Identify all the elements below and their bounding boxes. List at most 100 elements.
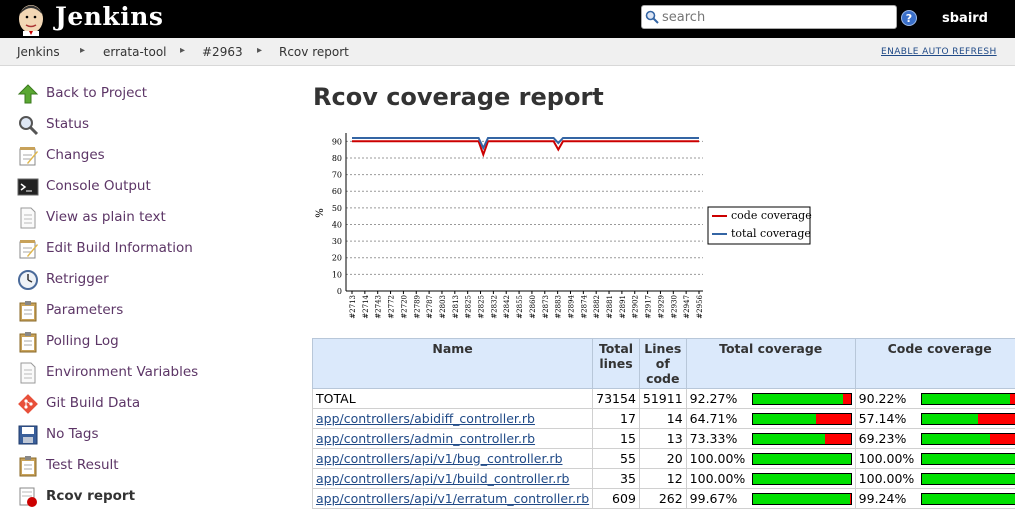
table-row: app/controllers/api/v1/build_controller.…	[311, 468, 1015, 489]
x-tick-label: #2929	[657, 295, 665, 319]
sidebar-item-label: Status	[46, 116, 90, 132]
sidebar-item-label: Parameters	[46, 302, 124, 318]
page-title: Rcov coverage report	[313, 83, 604, 111]
table-row: TOTAL 73154 51911 92.27% 90.22%	[311, 388, 1015, 409]
breadcrumb-rcov[interactable]: Rcov report	[279, 45, 349, 59]
code-coverage-cell: 99.24%	[854, 488, 1015, 509]
search-box	[641, 5, 897, 29]
x-tick-label: #2860	[529, 295, 537, 319]
document-icon	[20, 362, 36, 384]
file-link[interactable]: app/controllers/api/v1/build_controller.…	[316, 471, 569, 486]
sidebar-item-label: Changes	[46, 147, 105, 163]
sidebar-item-label: View as plain text	[46, 209, 166, 225]
sidebar-item-console-output[interactable]: Console Output	[17, 175, 297, 199]
sidebar-item-parameters[interactable]: Parameters	[17, 299, 297, 323]
total-coverage-bar	[751, 493, 852, 505]
total-coverage-cell: 64.71%	[685, 408, 856, 429]
column-header-lines-of-code[interactable]: Lines of code	[638, 338, 687, 389]
total-coverage-cell: 99.67%	[685, 488, 856, 509]
code-coverage-cell: 100.00%	[854, 448, 1015, 469]
sidebar-item-label: Retrigger	[46, 271, 109, 287]
clipboard-icon	[19, 332, 37, 353]
terminal-icon	[17, 178, 39, 196]
rcov-icon	[19, 487, 37, 507]
notepad-icon	[19, 147, 38, 166]
breadcrumb-separator-icon: ▸	[257, 45, 263, 56]
x-tick-label: #2720	[400, 295, 408, 319]
search-input[interactable]	[662, 8, 892, 27]
y-tick-label: 40	[332, 220, 342, 229]
total-coverage-cell: 100.00%	[685, 468, 856, 489]
enable-auto-refresh-link[interactable]: ENABLE AUTO REFRESH	[881, 47, 997, 57]
code-coverage-bar-fill	[921, 434, 990, 444]
total-coverage-bar	[751, 433, 852, 445]
breadcrumb-project[interactable]: errata-tool	[103, 45, 167, 59]
sidebar-item-rcov-report[interactable]: Rcov report	[17, 485, 297, 509]
sidebar-item-edit-build-info[interactable]: Edit Build Information	[17, 237, 297, 261]
file-link[interactable]: app/controllers/api/v1/bug_controller.rb	[316, 451, 563, 466]
x-tick-label: #2772	[388, 295, 396, 319]
column-header-code-coverage[interactable]: Code coverage	[854, 338, 1015, 389]
column-header-total-coverage[interactable]: Total coverage	[685, 338, 856, 389]
column-header-name[interactable]: Name	[311, 338, 594, 389]
jenkins-logo-icon[interactable]	[14, 2, 48, 36]
code-coverage-bar	[920, 453, 1015, 465]
total-lines-cell: 55	[592, 448, 640, 469]
file-link[interactable]: app/controllers/abidiff_controller.rb	[316, 411, 535, 426]
code-coverage-value: 100.00%	[858, 451, 915, 466]
table-row: app/controllers/api/v1/erratum_controlle…	[311, 488, 1015, 509]
sidebar-item-test-result[interactable]: Test Result	[17, 454, 297, 478]
total-coverage-bar-fill	[752, 434, 825, 444]
sidebar-item-label: Polling Log	[46, 333, 119, 349]
clipboard-icon	[19, 456, 37, 477]
sidebar-item-no-tags[interactable]: No Tags	[17, 423, 297, 447]
sidebar-item-label: Test Result	[46, 457, 119, 473]
file-link[interactable]: app/controllers/api/v1/erratum_controlle…	[316, 491, 589, 506]
y-tick-label: 80	[332, 154, 342, 163]
file-name-cell: app/controllers/api/v1/erratum_controlle…	[311, 488, 594, 509]
total-coverage-cell: 100.00%	[685, 448, 856, 469]
lines-of-code-cell: 13	[638, 428, 687, 449]
sidebar-item-view-plain-text[interactable]: View as plain text	[17, 206, 297, 230]
y-tick-label: 60	[332, 187, 342, 196]
column-header-total-lines[interactable]: Total lines	[592, 338, 640, 389]
file-link[interactable]: app/controllers/admin_controller.rb	[316, 431, 535, 446]
code-coverage-bar-fill	[921, 474, 1015, 484]
y-axis-label: %	[315, 208, 326, 218]
breadcrumb-jenkins[interactable]: Jenkins	[17, 45, 60, 59]
code-coverage-cell: 69.23%	[854, 428, 1015, 449]
sidebar-item-retrigger[interactable]: Retrigger	[17, 268, 297, 292]
file-name-cell: app/controllers/abidiff_controller.rb	[311, 408, 594, 429]
sidebar-item-label: No Tags	[46, 426, 99, 442]
x-tick-label: #2714	[362, 294, 370, 318]
breadcrumb: Jenkins ▸ errata-tool ▸ #2963 ▸ Rcov rep…	[0, 38, 1015, 66]
total-lines-cell: 17	[592, 408, 640, 429]
sidebar-item-polling-log[interactable]: Polling Log	[17, 330, 297, 354]
y-tick-label: 0	[337, 287, 342, 296]
x-tick-label: #2883	[555, 295, 563, 319]
lines-of-code-cell: 51911	[638, 388, 687, 409]
sidebar-item-status[interactable]: Status	[17, 113, 297, 137]
file-name-cell: app/controllers/api/v1/build_controller.…	[311, 468, 594, 489]
user-link[interactable]: sbaird	[942, 11, 988, 26]
code-coverage-bar	[920, 393, 1015, 405]
total-coverage-value: 99.67%	[689, 491, 738, 506]
sidebar-item-changes[interactable]: Changes	[17, 144, 297, 168]
file-name-cell: TOTAL	[311, 388, 594, 409]
sidebar-item-git-build-data[interactable]: Git Build Data	[17, 392, 297, 416]
document-icon	[20, 207, 36, 229]
x-tick-label: #2743	[375, 295, 383, 319]
sidebar-item-back-to-project[interactable]: Back to Project	[17, 82, 297, 106]
breadcrumb-build[interactable]: #2963	[202, 45, 243, 59]
total-lines-cell: 73154	[592, 388, 640, 409]
breadcrumb-separator-icon: ▸	[80, 45, 86, 56]
code-coverage-value: 57.14%	[858, 411, 907, 426]
brand-title[interactable]: Jenkins	[55, 2, 163, 31]
sidebar-item-environment-variables[interactable]: Environment Variables	[17, 361, 297, 385]
search-icon	[645, 10, 659, 24]
code-coverage-bar-fill	[921, 414, 978, 424]
lines-of-code-cell: 262	[638, 488, 687, 509]
legend-entry: total coverage	[731, 227, 811, 240]
help-icon[interactable]: ?	[901, 10, 917, 26]
x-tick-label: #2891	[619, 295, 627, 319]
